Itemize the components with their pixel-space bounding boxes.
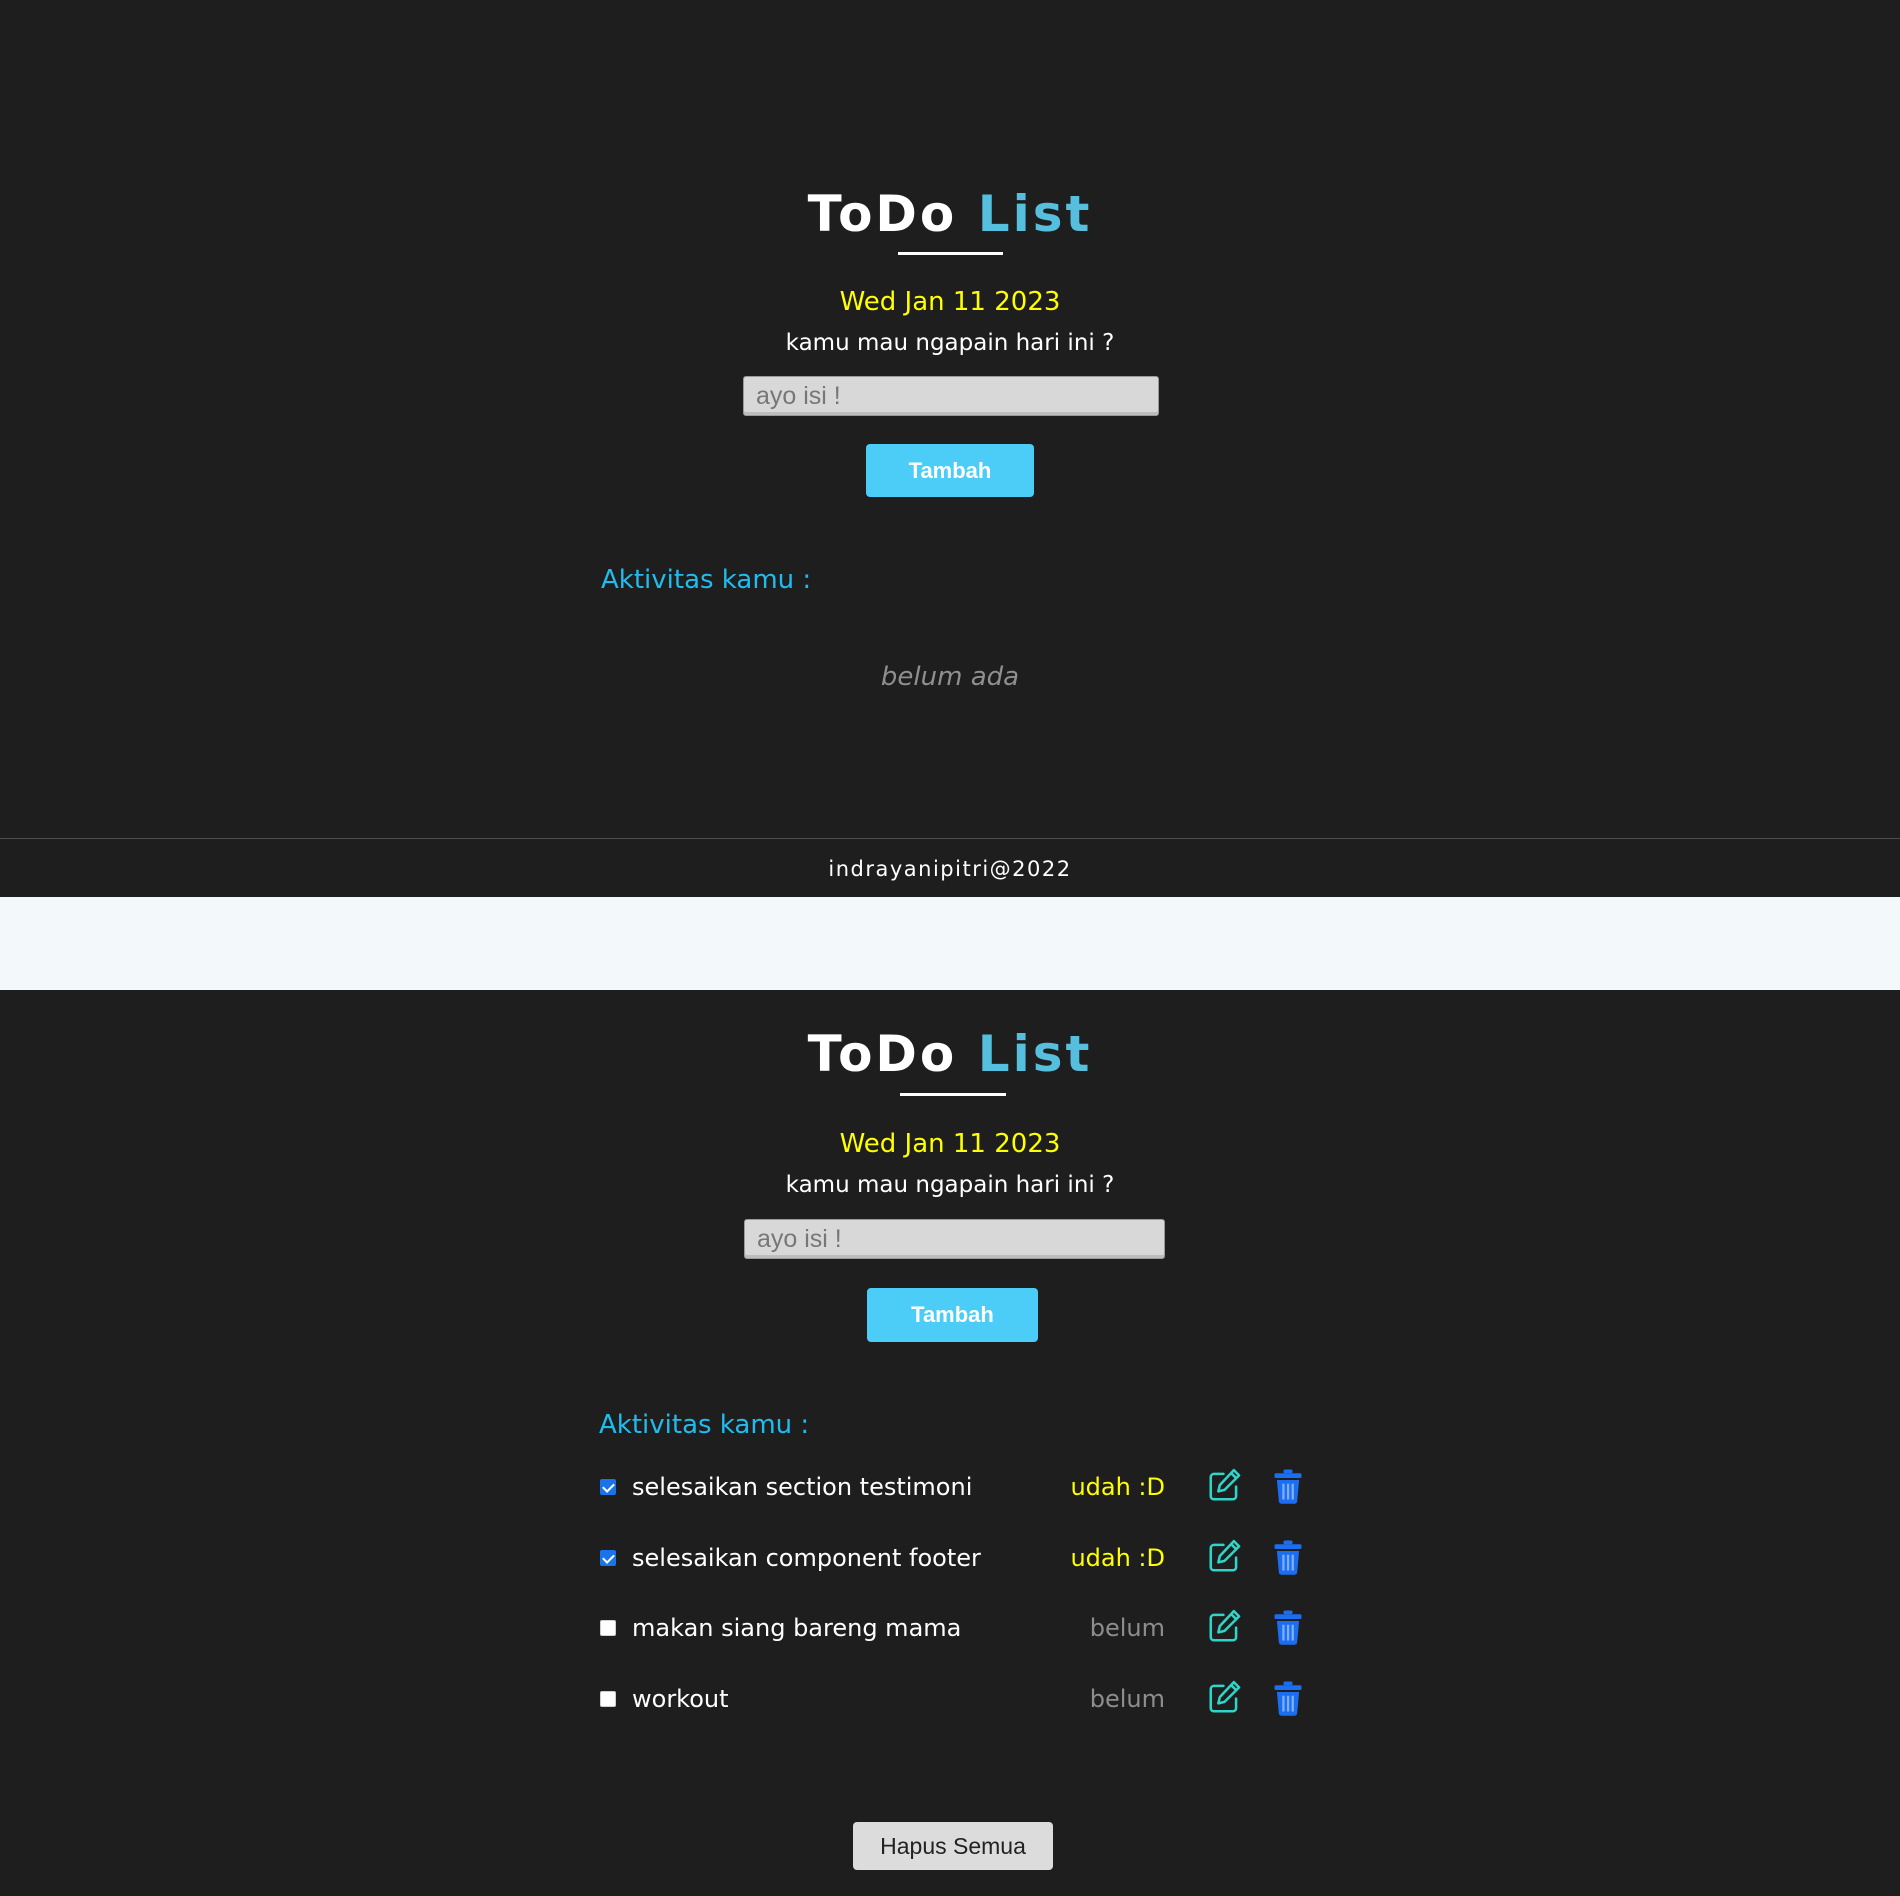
app-title: ToDo List [0, 184, 1900, 244]
task-row: selesaikan component footer udah :D [600, 1537, 1320, 1587]
app-title-part2: List [977, 185, 1093, 243]
edit-icon[interactable] [1206, 1537, 1244, 1575]
task-checkbox[interactable] [600, 1550, 616, 1566]
trash-icon[interactable] [1273, 1468, 1303, 1504]
trash-icon[interactable] [1273, 1680, 1303, 1716]
task-checkbox[interactable] [600, 1479, 616, 1495]
clear-all-button[interactable]: Hapus Semua [853, 1822, 1053, 1870]
task-row: makan siang bareng mama belum [600, 1607, 1320, 1657]
task-status: belum [1089, 1614, 1165, 1642]
prompt-question: kamu mau ngapain hari ini ? [785, 1172, 1115, 1198]
task-text: selesaikan component footer [632, 1544, 981, 1572]
trash-icon[interactable] [1273, 1539, 1303, 1575]
current-date: Wed Jan 11 2023 [839, 287, 1061, 317]
task-checkbox[interactable] [600, 1620, 616, 1636]
app-title-part1: ToDo [807, 185, 958, 243]
task-text: workout [632, 1685, 729, 1713]
current-date: Wed Jan 11 2023 [839, 1129, 1061, 1159]
footer-credit: indrayanipitri@2022 [828, 857, 1072, 881]
task-input[interactable] [744, 1219, 1165, 1259]
edit-icon[interactable] [1206, 1466, 1244, 1504]
add-task-button[interactable]: Tambah [867, 1288, 1038, 1342]
task-status: belum [1089, 1685, 1165, 1713]
activities-heading: Aktivitas kamu : [601, 565, 812, 595]
task-text: selesaikan section testimoni [632, 1473, 973, 1501]
app-title: ToDo List [0, 1024, 1900, 1084]
activities-heading: Aktivitas kamu : [599, 1410, 810, 1440]
screenshot-separator [0, 897, 1900, 990]
app-title-part2: List [977, 1025, 1093, 1083]
task-row: workout belum [600, 1678, 1320, 1728]
app-title-part1: ToDo [807, 1025, 958, 1083]
add-task-button[interactable]: Tambah [866, 444, 1034, 497]
title-underline [900, 1093, 1006, 1096]
empty-list-message: belum ada [880, 662, 1020, 692]
task-checkbox[interactable] [600, 1691, 616, 1707]
footer-divider [0, 838, 1900, 839]
task-status: udah :D [1070, 1473, 1165, 1501]
edit-icon[interactable] [1206, 1678, 1244, 1716]
task-text: makan siang bareng mama [632, 1614, 962, 1642]
prompt-question: kamu mau ngapain hari ini ? [785, 330, 1115, 356]
task-row: selesaikan section testimoni udah :D [600, 1466, 1320, 1516]
edit-icon[interactable] [1206, 1607, 1244, 1645]
trash-icon[interactable] [1273, 1609, 1303, 1645]
todo-app-empty-state: ToDo List Wed Jan 11 2023 kamu mau ngapa… [0, 0, 1900, 897]
task-status: udah :D [1070, 1544, 1165, 1572]
title-underline [898, 252, 1003, 255]
task-input[interactable] [743, 376, 1159, 416]
